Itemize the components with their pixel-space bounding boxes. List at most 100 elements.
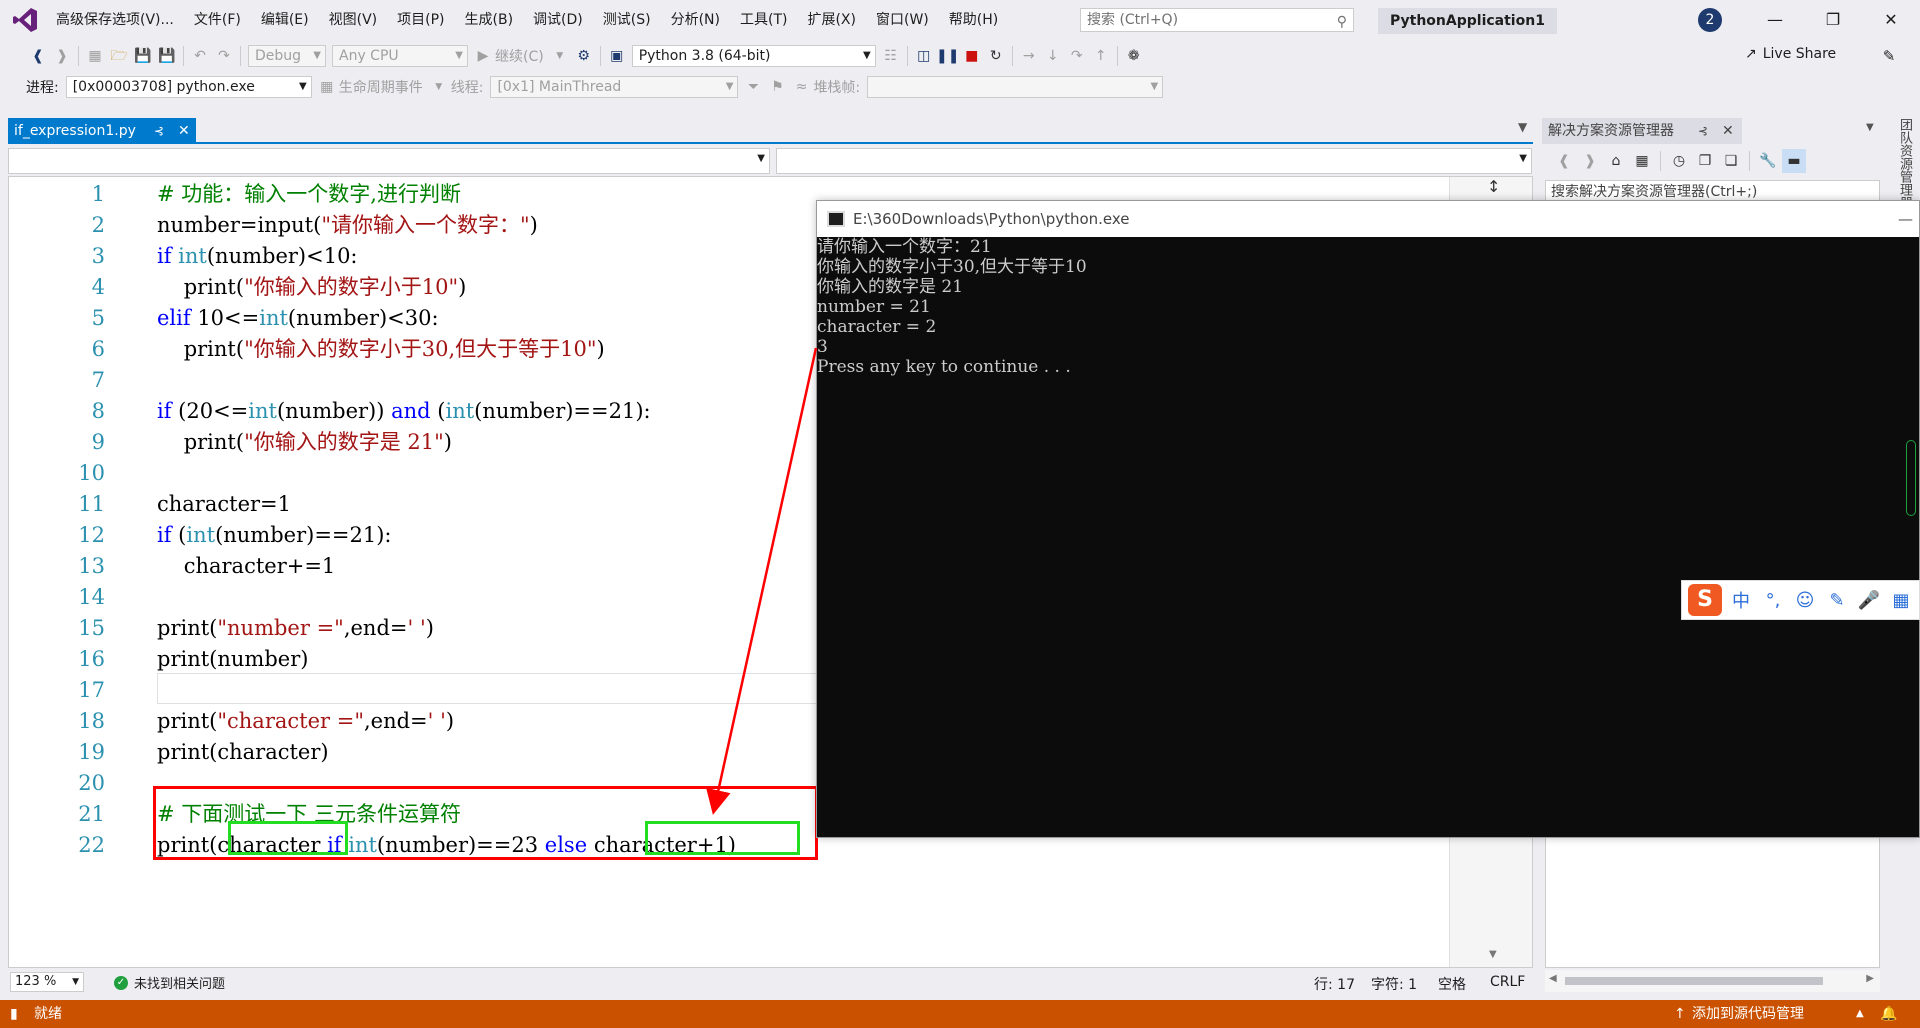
solution-explorer-tab[interactable]: 解决方案资源管理器 ⊰ ✕ <box>1542 118 1742 144</box>
tab-if-expression1[interactable]: if_expression1.py ⊰ ✕ <box>8 118 196 144</box>
restore-icon[interactable]: ❐ <box>1810 0 1856 40</box>
line-ending[interactable]: CRLF <box>1490 974 1525 990</box>
layout-icon[interactable]: ◫ <box>912 44 936 68</box>
expand-callstack-icon[interactable]: ≈ <box>789 75 813 99</box>
char-number[interactable]: 字符: 1 <box>1371 974 1417 994</box>
whitespace-mode[interactable]: 空格 <box>1438 974 1466 994</box>
open-folder-icon[interactable]: 🗁 <box>107 44 131 68</box>
visual-studio-logo-icon[interactable] <box>12 7 38 33</box>
scope-combo[interactable]: ▼ <box>8 148 770 174</box>
stop-icon[interactable]: ■ <box>960 44 984 68</box>
horizontal-scrollbar[interactable]: ◀ ▶ <box>1545 970 1880 992</box>
scrollbar-thumb[interactable] <box>1565 977 1823 985</box>
menu-item-7[interactable]: 测试(S) <box>593 0 661 40</box>
step-out-icon[interactable]: ↑ <box>1089 44 1113 68</box>
back-icon[interactable]: ❰ <box>1552 149 1576 173</box>
stack-frame-combo[interactable]: ▼ <box>867 76 1164 98</box>
tab-overflow-chevron-icon[interactable]: ▼ <box>1518 120 1527 134</box>
show-next-statement-icon[interactable]: → <box>1017 44 1041 68</box>
menu-item-11[interactable]: 窗口(W) <box>866 0 939 40</box>
save-icon[interactable]: 💾 <box>131 44 155 68</box>
console-title-bar[interactable]: E:\360Downloads\Python\python.exe — <box>817 201 1919 237</box>
scroll-left-icon[interactable]: ◀ <box>1549 973 1557 984</box>
menu-item-0[interactable]: 高级保存选项(V)... <box>46 0 184 40</box>
quick-launch-search[interactable]: 搜索 (Ctrl+Q) ⚲ <box>1080 8 1354 32</box>
pin-icon[interactable]: ⊰ <box>154 118 164 144</box>
forward-icon[interactable]: ❱ <box>50 44 74 68</box>
platform-combo[interactable]: Any CPU ▼ <box>332 45 468 67</box>
browser-icon[interactable]: ▣ <box>605 44 629 68</box>
hot-reload-icon[interactable]: ❁ <box>1122 44 1146 68</box>
python-console-window[interactable]: E:\360Downloads\Python\python.exe — 请你输入… <box>816 200 1920 838</box>
undo-icon[interactable]: ↶ <box>188 44 212 68</box>
minimize-icon[interactable]: — <box>1898 201 1913 237</box>
emoji-icon[interactable]: ☺ <box>1792 590 1818 611</box>
menu-item-12[interactable]: 帮助(H) <box>939 0 1008 40</box>
menu-item-8[interactable]: 分析(N) <box>661 0 730 40</box>
pin-icon[interactable]: ⊰ <box>1698 118 1708 144</box>
feedback-icon[interactable]: ✎ <box>1866 40 1912 72</box>
menu-item-10[interactable]: 扩展(X) <box>797 0 866 40</box>
step-into-icon[interactable]: ↓ <box>1041 44 1065 68</box>
line-number: 21 <box>78 802 105 826</box>
menu-item-6[interactable]: 调试(D) <box>523 0 593 40</box>
new-project-icon[interactable]: ▦ <box>83 44 107 68</box>
process-combo[interactable]: [0x00003708] python.exe ▼ <box>65 76 312 98</box>
add-to-source-control-button[interactable]: 添加到源代码管理 <box>1692 1000 1804 1028</box>
lifecycle-events-button[interactable]: 生命周期事件 <box>339 77 423 97</box>
lifecycle-icon[interactable]: ▦ <box>315 75 339 99</box>
home-icon[interactable]: ⌂ <box>1604 149 1628 173</box>
thread-combo[interactable]: [0x1] MainThread ▼ <box>490 76 739 98</box>
line-number[interactable]: 行: 17 <box>1314 974 1355 994</box>
menu-item-1[interactable]: 文件(F) <box>184 0 251 40</box>
issues-indicator[interactable]: ✓ 未找到相关问题 <box>114 973 225 992</box>
filter-icon[interactable]: ⏷ <box>741 75 765 99</box>
menu-item-4[interactable]: 项目(P) <box>387 0 454 40</box>
restart-icon[interactable]: ↻ <box>984 44 1008 68</box>
toolbox-grid-icon[interactable]: ▦ <box>1888 590 1914 611</box>
build-icon[interactable]: ☷ <box>879 44 903 68</box>
close-tab-icon[interactable]: ✕ <box>178 118 190 144</box>
preview-icon[interactable]: ▬ <box>1782 149 1806 173</box>
configuration-combo[interactable]: Debug ▼ <box>248 45 326 67</box>
close-window-icon[interactable]: ✕ <box>1868 0 1914 40</box>
member-combo[interactable]: ▼ <box>776 148 1532 174</box>
back-icon[interactable]: ❰ <box>26 44 50 68</box>
pause-icon[interactable]: ❚❚ <box>936 44 960 68</box>
step-over-icon[interactable]: ↷ <box>1065 44 1089 68</box>
save-all-icon[interactable]: 💾 <box>155 44 179 68</box>
menu-item-9[interactable]: 工具(T) <box>730 0 797 40</box>
show-all-files-icon[interactable]: ❏ <box>1719 149 1743 173</box>
console-output[interactable]: 请你输入一个数字：21 你输入的数字小于30,但大于等于10 你输入的数字是 21 n… <box>817 237 1919 837</box>
punctuation-icon[interactable]: °, <box>1760 590 1786 611</box>
switch-views-icon[interactable]: ▦ <box>1630 149 1654 173</box>
python-environment-combo[interactable]: Python 3.8 (64-bit) ▼ <box>631 45 876 67</box>
close-panel-icon[interactable]: ✕ <box>1722 118 1734 144</box>
handwriting-pen-icon[interactable]: ✎ <box>1824 590 1850 611</box>
notification-badge[interactable]: 2 <box>1698 8 1722 32</box>
panel-menu-chevron-icon[interactable]: ▼ <box>1866 122 1874 133</box>
forward-icon[interactable]: ❱ <box>1578 149 1602 173</box>
menu-item-5[interactable]: 生成(B) <box>455 0 524 40</box>
flag-icon[interactable]: ⚑ <box>765 75 789 99</box>
live-share-button[interactable]: ↗ Live Share <box>1745 46 1836 62</box>
minimize-icon[interactable]: — <box>1752 0 1798 40</box>
continue-icon[interactable]: ▶ <box>471 44 495 68</box>
sogou-logo-icon[interactable]: S <box>1688 584 1722 616</box>
chinese-mode-toggle[interactable]: 中 <box>1728 587 1754 613</box>
microphone-icon[interactable]: 🎤 <box>1856 590 1882 611</box>
chevron-down-icon[interactable]: ▼ <box>548 44 572 68</box>
properties-wrench-icon[interactable]: 🔧 <box>1756 149 1780 173</box>
attach-icon[interactable]: ⚙ <box>572 44 596 68</box>
notification-bell-icon[interactable]: 🔔 <box>1880 1000 1897 1028</box>
scroll-down-icon[interactable]: ▼ <box>1489 949 1497 960</box>
scroll-right-icon[interactable]: ▶ <box>1866 973 1874 984</box>
pending-changes-icon[interactable]: ◷ <box>1667 149 1691 173</box>
continue-button[interactable]: 继续(C) <box>495 46 544 66</box>
split-editor-icon[interactable]: ↕ <box>1487 177 1500 196</box>
menu-item-2[interactable]: 编辑(E) <box>251 0 319 40</box>
collapse-all-icon[interactable]: ❐ <box>1693 149 1717 173</box>
redo-icon[interactable]: ↷ <box>212 44 236 68</box>
zoom-combo[interactable]: 123 % ▼ <box>10 972 84 992</box>
menu-item-3[interactable]: 视图(V) <box>319 0 388 40</box>
